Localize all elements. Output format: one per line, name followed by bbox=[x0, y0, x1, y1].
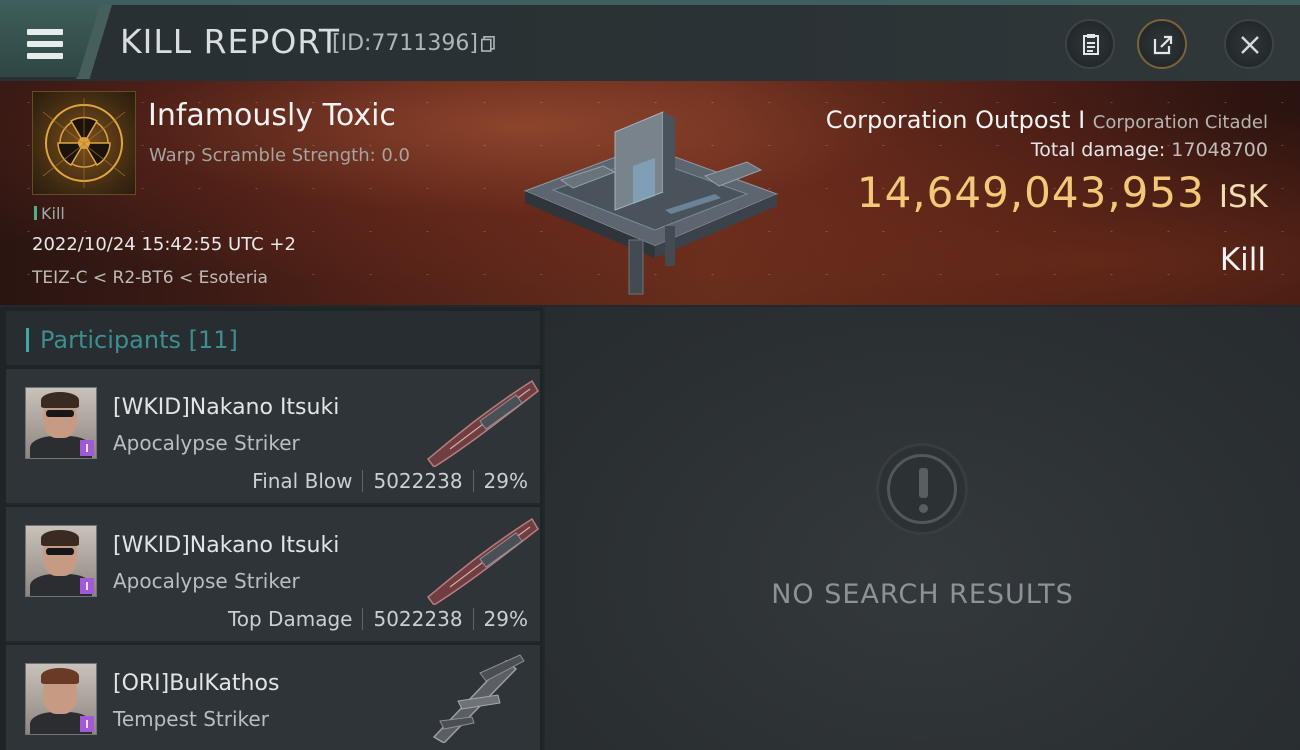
target-ship-name: Corporation Outpost I bbox=[825, 106, 1086, 134]
stats-divider bbox=[472, 470, 474, 492]
faction-badge-icon bbox=[80, 716, 94, 732]
kill-location[interactable]: TEIZ-C < R2-BT6 < Esoteria bbox=[32, 268, 268, 288]
victim-name[interactable]: Infamously Toxic bbox=[148, 98, 396, 133]
target-ship[interactable]: Corporation Outpost I Corporation Citade… bbox=[826, 106, 1268, 134]
participants-header-accent bbox=[26, 328, 29, 352]
participant-name: [WKID]Nakano Itsuki bbox=[113, 533, 340, 558]
no-results-message: NO SEARCH RESULTS bbox=[771, 579, 1074, 610]
isk-amount: 14,649,043,953 bbox=[856, 168, 1205, 217]
participant-name: [WKID]Nakano Itsuki bbox=[113, 395, 340, 420]
tempest-ship-icon bbox=[432, 654, 525, 743]
kill-marker bbox=[34, 206, 37, 220]
participants-title: Participants [11] bbox=[40, 326, 238, 354]
participant-role: Top Damage bbox=[227, 607, 353, 631]
faction-badge-icon bbox=[80, 440, 94, 456]
total-damage-value: 17048700 bbox=[1171, 139, 1268, 161]
participants-panel: Participants [11] [WKID]Nakano Itsuki Ap… bbox=[0, 307, 543, 750]
share-icon bbox=[1153, 35, 1173, 55]
apocalypse-ship-icon bbox=[426, 517, 539, 605]
kill-datetime: 2022/10/24 15:42:55 UTC +2 bbox=[32, 234, 296, 255]
exclamation-icon bbox=[876, 443, 968, 535]
clipboard-button[interactable] bbox=[1065, 19, 1115, 69]
kill-banner: Infamously Toxic Warp Scramble Strength:… bbox=[0, 81, 1300, 305]
total-damage-label: Total damage: bbox=[1030, 139, 1166, 161]
isk-unit: ISK bbox=[1218, 179, 1268, 215]
participant-ship: Tempest Striker bbox=[113, 707, 269, 731]
avatar bbox=[25, 663, 97, 735]
participant-percent: 29% bbox=[483, 607, 528, 631]
citadel-structure-image bbox=[523, 111, 779, 295]
participant-row[interactable]: [WKID]Nakano Itsuki Apocalypse Striker F… bbox=[6, 369, 540, 505]
avatar bbox=[25, 387, 97, 459]
isk-value: 14,649,043,953 ISK bbox=[857, 168, 1268, 217]
participant-row[interactable]: [ORI]BulKathos Tempest Striker bbox=[6, 645, 540, 750]
apocalypse-ship-icon bbox=[426, 379, 539, 467]
share-button[interactable] bbox=[1137, 19, 1187, 69]
close-icon bbox=[1241, 36, 1259, 54]
participant-stats: Final Blow 5022238 29% bbox=[252, 469, 528, 493]
total-damage: Total damage: 17048700 bbox=[1031, 139, 1268, 161]
report-id: [ID:7711396] bbox=[332, 31, 478, 56]
participant-damage: 5022238 bbox=[373, 607, 463, 631]
copy-icon[interactable] bbox=[481, 36, 495, 52]
participants-header[interactable]: Participants [11] bbox=[6, 311, 540, 365]
close-button[interactable] bbox=[1224, 19, 1274, 69]
participant-percent: 29% bbox=[483, 469, 528, 493]
hamburger-menu-icon bbox=[27, 29, 63, 59]
participant-damage: 5022238 bbox=[373, 469, 463, 493]
clipboard-icon bbox=[1083, 34, 1099, 55]
participant-stats: Top Damage 5022238 29% bbox=[228, 607, 528, 631]
participant-name: [ORI]BulKathos bbox=[113, 671, 280, 696]
target-ship-class: Corporation Citadel bbox=[1092, 112, 1268, 133]
participant-ship: Apocalypse Striker bbox=[113, 569, 300, 593]
participant-ship: Apocalypse Striker bbox=[113, 431, 300, 455]
participant-row[interactable]: [WKID]Nakano Itsuki Apocalypse Striker T… bbox=[6, 507, 540, 643]
stats-divider bbox=[362, 470, 364, 492]
participant-role: Final Blow bbox=[252, 469, 353, 493]
kill-result: Kill bbox=[1219, 242, 1266, 278]
faction-badge-icon bbox=[80, 578, 94, 594]
page-title: KILL REPORT bbox=[120, 22, 340, 61]
stats-divider bbox=[362, 608, 364, 630]
warp-scramble-strength: Warp Scramble Strength: 0.0 bbox=[149, 145, 411, 166]
kill-tag: Kill bbox=[34, 204, 65, 223]
avatar bbox=[25, 525, 97, 597]
stats-divider bbox=[472, 608, 474, 630]
corporation-emblem-icon bbox=[32, 91, 136, 195]
